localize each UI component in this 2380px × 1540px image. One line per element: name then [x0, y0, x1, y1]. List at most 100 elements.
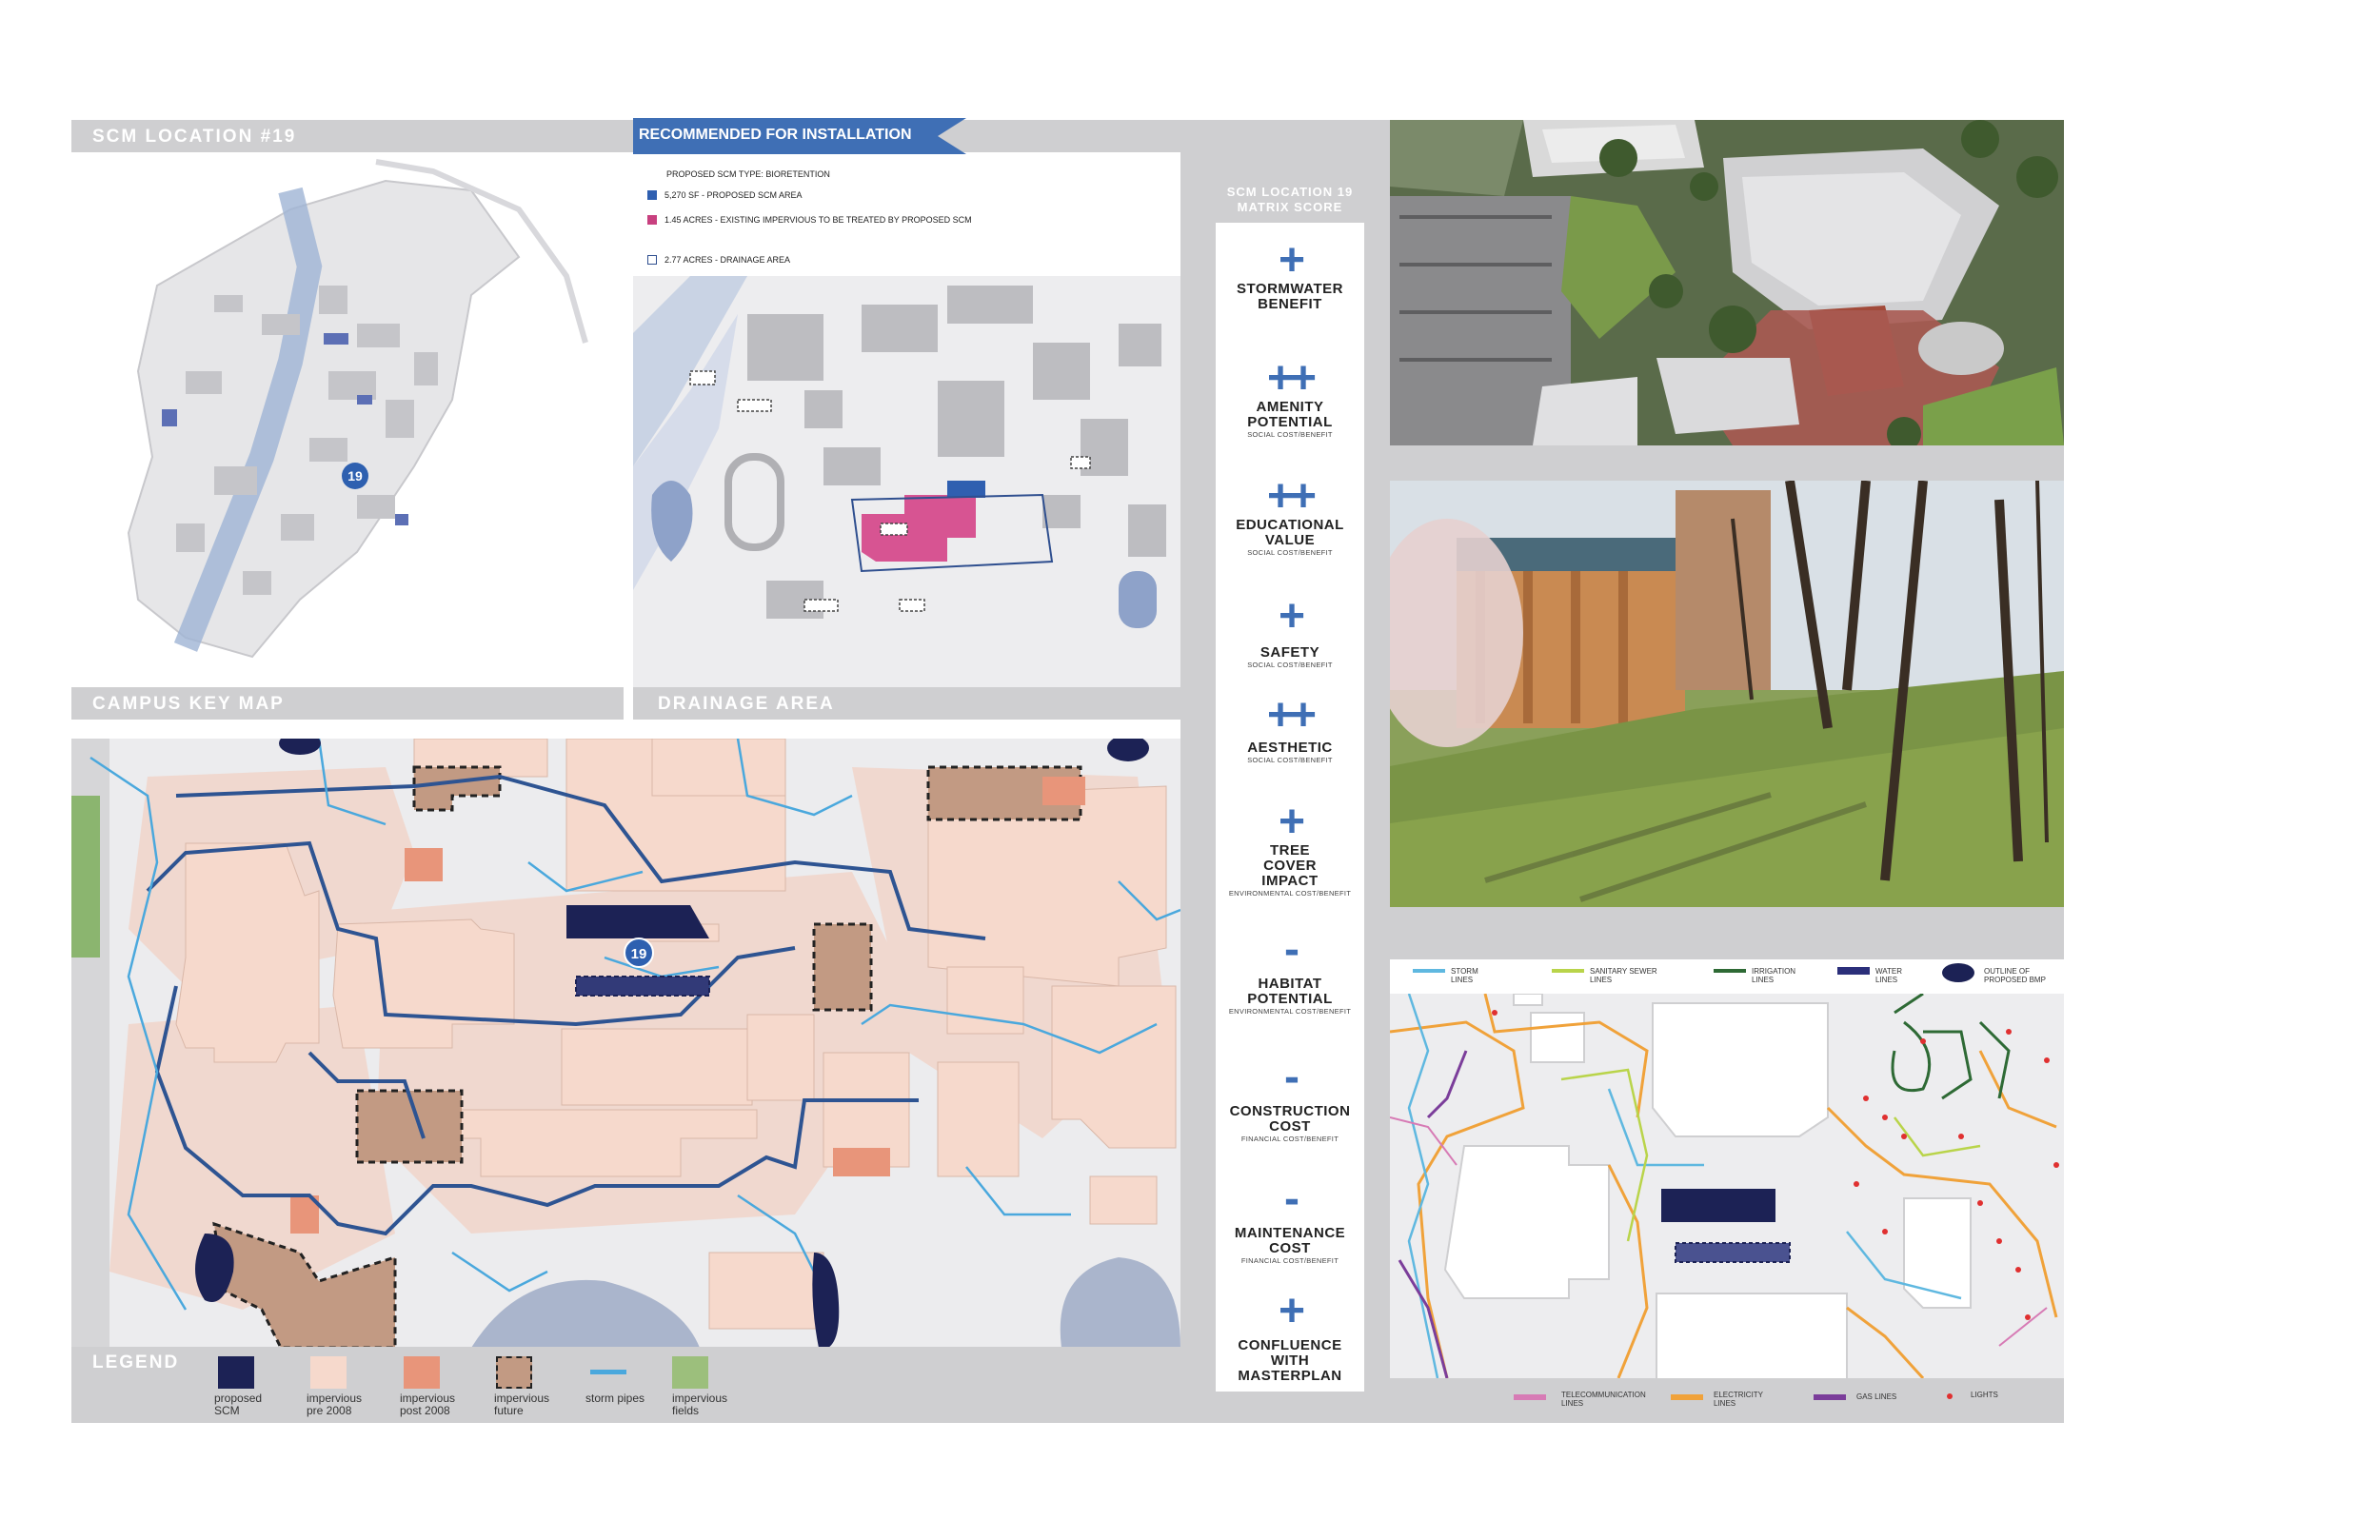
matrix-item-construction: - CONSTRUCTION COST FINANCIAL COST/BENEF…: [1216, 1052, 1364, 1144]
matrix-item-amenity: ++ AMENITY POTENTIAL SOCIAL COST/BENEFIT: [1216, 353, 1364, 440]
map-marker-19: 19: [347, 468, 363, 484]
drainage-text: 2.77 ACRES - DRAINAGE AREA: [664, 255, 791, 265]
score-label: SAFETY: [1259, 644, 1320, 661]
matrix-item-tree-cover: + TREE COVER IMPACT ENVIRONMENTAL COST/B…: [1216, 797, 1364, 898]
legend-swatch-proposed-scm: [218, 1356, 254, 1389]
matrix-item-stormwater: + STORMWATER BENEFIT: [1216, 235, 1364, 312]
impervious-swatch: [647, 215, 657, 225]
site-photo: [1390, 481, 2064, 907]
drainage-notes: PROPOSED SCM TYPE: BIORETENTION 5,270 SF…: [647, 169, 1161, 274]
score-label: CONFLUENCE WITH MASTERPLAN: [1238, 1337, 1342, 1384]
legend-swatch-impervious-future: [496, 1356, 532, 1389]
legend-bar: LEGEND proposed SCM impervious pre 2008 …: [71, 1347, 1180, 1423]
score-symbol: +: [1278, 1286, 1305, 1336]
score-label: STORMWATER BENEFIT: [1237, 281, 1343, 312]
matrix-item-masterplan: + CONFLUENCE WITH MASTERPLAN: [1216, 1286, 1364, 1384]
score-sublabel: SOCIAL COST/BENEFIT: [1247, 661, 1333, 669]
matrix-item-educational: ++ EDUCATIONAL VALUE SOCIAL COST/BENEFIT: [1216, 471, 1364, 558]
utility-label-sanitary: SANITARY SEWER LINES: [1590, 967, 1657, 984]
campus-key-map-label: CAMPUS KEY MAP: [92, 694, 285, 714]
score-symbol: ++: [1266, 353, 1317, 404]
utility-legend-top: STORM LINES SANITARY SEWER LINES IRRIGAT…: [1390, 959, 2064, 994]
proposed-area-swatch: [647, 190, 657, 200]
score-label: MAINTENANCE COST: [1234, 1225, 1346, 1256]
campus-key-map: 19: [71, 152, 633, 695]
location-title: SCM LOCATION #19: [92, 127, 297, 147]
legend-swatch-storm-pipes: [590, 1370, 626, 1374]
score-label: CONSTRUCTION COST: [1229, 1103, 1351, 1135]
score-sublabel: FINANCIAL COST/BENEFIT: [1240, 1135, 1339, 1143]
legend-label-proposed-scm: proposed SCM: [214, 1392, 263, 1417]
gutter-bar: [1180, 120, 1209, 1423]
score-sublabel: SOCIAL COST/BENEFIT: [1247, 756, 1333, 764]
utility-swatch-sanitary: [1552, 969, 1584, 973]
score-symbol: ++: [1266, 690, 1317, 740]
matrix-panel: SCM LOCATION 19 MATRIX SCORE + STORMWATE…: [1216, 181, 1364, 1392]
score-label: AESTHETIC: [1247, 740, 1333, 756]
utility-label-bmp-outline: OUTLINE OF PROPOSED BMP: [1984, 967, 2046, 984]
utility-swatch-storm: [1413, 969, 1445, 973]
detail-map-marker-19: 19: [631, 946, 647, 962]
scm-type-text: PROPOSED SCM TYPE: BIORETENTION: [666, 169, 830, 179]
utility-swatch-irrigation: [1714, 969, 1746, 973]
utility-label-irrigation: IRRIGATION LINES: [1752, 967, 1796, 984]
utility-swatch-electricity: [1671, 1394, 1703, 1400]
score-label: AMENITY POTENTIAL: [1247, 399, 1333, 430]
legend-swatch-impervious-post-2008: [404, 1356, 440, 1389]
score-symbol: -: [1284, 1174, 1299, 1224]
legend-label-impervious-post-2008: impervious post 2008: [400, 1392, 456, 1417]
location-header-bar: SCM LOCATION #19: [71, 120, 633, 152]
impervious-text: 1.45 ACRES - EXISTING IMPERVIOUS TO BE T…: [664, 215, 972, 225]
utility-swatch-gas: [1814, 1394, 1846, 1400]
drainage-area-map: [633, 276, 1180, 695]
aerial-photo: [1390, 120, 2064, 445]
utility-label-telecom: TELECOMMUNICATION LINES: [1561, 1391, 1646, 1408]
legend-label-impervious-future: impervious future: [494, 1392, 550, 1417]
recommended-banner: RECOMMENDED FOR INSTALLATION: [633, 118, 966, 154]
drainage-swatch: [647, 255, 657, 265]
score-label: HABITAT POTENTIAL: [1247, 976, 1333, 1007]
utility-label-electricity: ELECTRICITY LINES: [1714, 1391, 1763, 1408]
legend-swatch-impervious-pre-2008: [310, 1356, 347, 1389]
matrix-item-maintenance: - MAINTENANCE COST FINANCIAL COST/BENEFI…: [1216, 1174, 1364, 1266]
utility-swatch-water: [1837, 967, 1870, 975]
utility-swatch-lights: [1947, 1393, 1953, 1399]
legend-swatch-impervious-fields: [672, 1356, 708, 1389]
legend-label-impervious-pre-2008: impervious pre 2008: [307, 1392, 363, 1417]
detail-map: 19: [71, 739, 1180, 1348]
utility-legend-bottom: TELECOMMUNICATION LINES ELECTRICITY LINE…: [1514, 1385, 2066, 1419]
score-symbol: ++: [1266, 471, 1317, 522]
utility-label-water: WATER LINES: [1875, 967, 1902, 984]
matrix-title-line2: MATRIX SCORE: [1237, 200, 1343, 214]
score-symbol: +: [1278, 797, 1305, 847]
matrix-item-habitat: - HABITAT POTENTIAL ENVIRONMENTAL COST/B…: [1216, 924, 1364, 1017]
score-label: TREE COVER IMPACT: [1261, 842, 1319, 889]
matrix-title-line1: SCM LOCATION 19: [1226, 185, 1354, 199]
utility-map: [1390, 994, 2064, 1378]
utility-label-storm: STORM LINES: [1451, 967, 1478, 984]
legend-label-storm-pipes: storm pipes: [585, 1392, 645, 1405]
score-sublabel: FINANCIAL COST/BENEFIT: [1240, 1256, 1339, 1265]
drainage-area-label-bar: DRAINAGE AREA: [633, 687, 1180, 720]
campus-key-map-label-bar: CAMPUS KEY MAP: [71, 687, 624, 720]
matrix-item-safety: + SAFETY SOCIAL COST/BENEFIT: [1216, 591, 1364, 670]
matrix-item-aesthetic: ++ AESTHETIC SOCIAL COST/BENEFIT: [1216, 690, 1364, 765]
recommended-text: RECOMMENDED FOR INSTALLATION: [639, 127, 912, 143]
score-symbol: +: [1278, 235, 1305, 286]
score-sublabel: ENVIRONMENTAL COST/BENEFIT: [1228, 889, 1352, 898]
score-sublabel: SOCIAL COST/BENEFIT: [1247, 430, 1333, 439]
utility-swatch-bmp-outline: [1942, 963, 1974, 982]
score-symbol: -: [1284, 1052, 1299, 1102]
score-symbol: -: [1284, 924, 1299, 975]
legend-label-impervious-fields: impervious fields: [672, 1392, 728, 1417]
score-symbol: +: [1278, 591, 1305, 642]
score-sublabel: ENVIRONMENTAL COST/BENEFIT: [1228, 1007, 1352, 1016]
legend-label: LEGEND: [92, 1352, 180, 1372]
matrix-title: SCM LOCATION 19 MATRIX SCORE: [1216, 181, 1364, 223]
utility-label-gas: GAS LINES: [1856, 1392, 1897, 1401]
score-sublabel: SOCIAL COST/BENEFIT: [1247, 548, 1333, 557]
utility-swatch-telecom: [1514, 1394, 1546, 1400]
score-label: EDUCATIONAL VALUE: [1236, 517, 1344, 548]
utility-label-lights: LIGHTS: [1971, 1391, 1998, 1399]
drainage-area-label: DRAINAGE AREA: [658, 694, 835, 714]
